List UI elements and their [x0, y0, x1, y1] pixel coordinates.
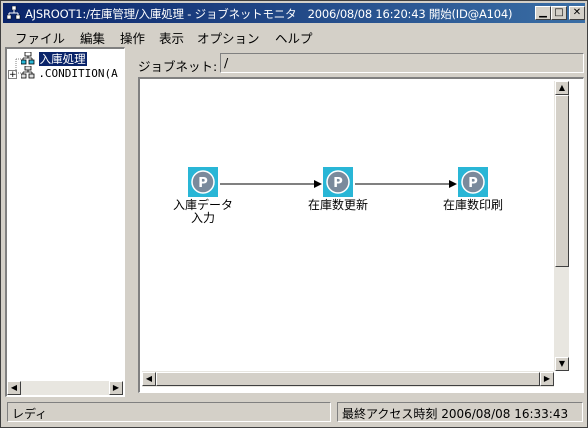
tree-item-label: 入庫処理: [38, 52, 87, 66]
title-bar[interactable]: AJSROOT1:/在庫管理/入庫処理 - ジョブネットモニタ 2006/08/…: [3, 3, 585, 23]
pc-job-icon: P: [458, 167, 488, 197]
tree-horizontal-scrollbar[interactable]: ◀ ▶: [7, 381, 123, 395]
scroll-up-button[interactable]: ▲: [555, 81, 569, 95]
jobnet-path-field: /: [220, 53, 584, 73]
menu-view[interactable]: 表示: [159, 28, 184, 47]
scroll-down-button[interactable]: ▼: [555, 357, 569, 371]
job-node-label: 在庫数更新: [307, 198, 368, 212]
close-button[interactable]: ✕: [569, 6, 585, 20]
jobnet-label: ジョブネット:: [138, 59, 218, 74]
minimize-button[interactable]: ▁: [535, 6, 551, 20]
vertical-scroll-thumb[interactable]: [555, 95, 569, 267]
tree-item-condition[interactable]: + .CONDITION(A: [8, 65, 118, 80]
tree-item-jobnet[interactable]: 入庫処理: [20, 51, 87, 67]
expand-plus-icon[interactable]: +: [8, 70, 17, 80]
svg-text:P: P: [198, 176, 208, 191]
maximize-button[interactable]: □: [551, 6, 567, 20]
pc-job-icon: P: [188, 167, 218, 197]
menu-bar: ファイル 編集 操作 表示 オプション ヘルプ: [3, 25, 585, 47]
window-title: AJSROOT1:/在庫管理/入庫処理 - ジョブネットモニタ 2006/08/…: [25, 7, 513, 21]
condition-icon: [20, 65, 39, 80]
tree-item-label: .CONDITION(A: [38, 67, 118, 80]
horizontal-scroll-thumb[interactable]: [156, 372, 540, 386]
flow-arrows: [220, 180, 457, 188]
pc-job-icon: P: [323, 167, 353, 197]
status-text: レディ: [7, 402, 331, 422]
canvas-vertical-scrollbar[interactable]: ▲ ▼: [554, 81, 569, 371]
job-node-label: 入庫データ 入力: [172, 198, 233, 225]
menu-file[interactable]: ファイル: [15, 28, 65, 47]
jobnet-monitor-app-icon: [6, 5, 21, 20]
canvas-horizontal-scrollbar[interactable]: ◀ ▶: [142, 371, 554, 387]
arrow-up-icon: ▲: [558, 83, 566, 92]
arrow-right-icon: ▶: [543, 374, 551, 383]
status-bar: レディ 最終アクセス時刻 2006/08/08 16:33:43: [3, 399, 585, 425]
arrow-left-icon: ◀: [10, 383, 18, 392]
arrow-left-icon: ◀: [145, 374, 153, 383]
arrow-down-icon: ▼: [558, 359, 566, 368]
maximize-icon: □: [554, 7, 564, 18]
menu-help[interactable]: ヘルプ: [275, 28, 313, 47]
tree-pane[interactable]: 入庫処理 + .CONDITION(A: [5, 47, 125, 397]
scroll-left-button[interactable]: ◀: [142, 372, 156, 386]
menu-operate[interactable]: 操作: [120, 28, 145, 47]
jobnet-icon: [20, 51, 39, 66]
scroll-right-button[interactable]: ▶: [540, 372, 554, 386]
job-node-nyuko-data-input[interactable]: P 入庫データ 入力: [153, 167, 253, 225]
minimize-icon: ▁: [539, 7, 547, 18]
job-node-zaiko-update[interactable]: P 在庫数更新: [288, 167, 388, 212]
main-window: AJSROOT1:/在庫管理/入庫処理 - ジョブネットモニタ 2006/08/…: [0, 0, 588, 428]
jobnet-canvas[interactable]: P 入庫データ 入力 P 在庫数更新 P 在庫数印刷: [138, 77, 584, 393]
last-access-time: 最終アクセス時刻 2006/08/08 16:33:43: [337, 402, 583, 422]
job-node-label: 在庫数印刷: [442, 198, 503, 212]
arrow-right-icon: ▶: [112, 383, 120, 392]
menu-edit[interactable]: 編集: [80, 28, 105, 47]
svg-text:P: P: [333, 176, 343, 191]
svg-text:P: P: [468, 176, 478, 191]
scroll-right-button[interactable]: ▶: [109, 381, 123, 395]
job-node-zaiko-print[interactable]: P 在庫数印刷: [423, 167, 523, 212]
scroll-left-button[interactable]: ◀: [7, 381, 21, 395]
menu-options[interactable]: オプション: [197, 28, 260, 47]
close-icon: ✕: [572, 7, 582, 18]
